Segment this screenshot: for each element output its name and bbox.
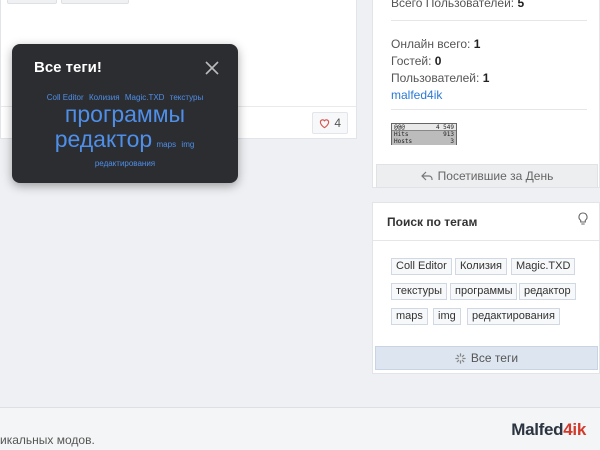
page-footer: икальных модов. Malfed4ik xyxy=(0,407,600,450)
online-list: Онлайн всего: 1 Гостей: 0 Пользователей:… xyxy=(391,36,489,104)
footer-text: икальных модов. xyxy=(0,433,95,447)
lightbulb-icon[interactable] xyxy=(577,212,589,226)
tag-chip[interactable]: maps xyxy=(391,308,428,325)
spinner-icon xyxy=(455,352,466,364)
cloud-tag[interactable]: maps xyxy=(157,141,177,149)
close-icon[interactable] xyxy=(204,60,220,76)
tag-chip[interactable]: img xyxy=(433,308,461,325)
cloud-tag[interactable]: img xyxy=(181,141,194,149)
online-user-link[interactable]: malfed4ik xyxy=(391,88,442,102)
logo-text: Malfed xyxy=(511,420,564,439)
counter-label: Hosts xyxy=(394,138,413,145)
daily-visitors-label: Посетившие за День xyxy=(437,169,554,183)
online-total-value: 1 xyxy=(473,37,481,51)
daily-visitors-button[interactable]: Посетившие за День xyxy=(376,164,598,188)
visit-counter[interactable]: @@@ 4 549 Hits 913 Hosts 3 xyxy=(391,123,457,145)
site-logo[interactable]: Malfed4ik xyxy=(511,420,586,440)
tag-chip[interactable]: программы xyxy=(450,283,518,300)
all-tags-label: Все теги xyxy=(470,351,519,365)
tag-cloud: Coll Editor Колизия Magic.TXD текстуры п… xyxy=(22,90,228,168)
all-tags-button[interactable]: Все теги xyxy=(375,346,598,370)
users-value: 1 xyxy=(482,71,490,85)
divider xyxy=(373,240,599,241)
tag-chip[interactable]: Magic.TXD xyxy=(511,258,576,275)
online-total-label: Онлайн всего: xyxy=(391,37,471,51)
guests-label: Гостей: xyxy=(391,54,432,68)
like-button[interactable]: 4 xyxy=(312,112,348,134)
post-tag-chip[interactable] xyxy=(7,0,57,4)
tag-search-title: Поиск по тегам xyxy=(387,215,478,229)
site-stats-panel: Всего Пользователей: 5 Онлайн всего: 1 Г… xyxy=(372,0,600,188)
tag-chip[interactable]: Колизия xyxy=(455,258,507,275)
counter-label: Hits xyxy=(394,131,409,138)
tag-chip[interactable]: Coll Editor xyxy=(391,258,452,275)
all-tags-popup: Все теги! Coll Editor Колизия Magic.TXD … xyxy=(12,44,238,183)
total-users-value: 5 xyxy=(517,0,525,10)
guests-value: 0 xyxy=(434,54,442,68)
counter-value: 4 549 xyxy=(435,124,454,131)
cloud-tag-large[interactable]: редактор xyxy=(55,128,152,151)
counter-label: @@@ xyxy=(394,124,405,131)
logo-accent-text: 4ik xyxy=(563,420,586,439)
heart-icon xyxy=(320,118,330,128)
cloud-tag-large[interactable]: программы xyxy=(65,103,185,126)
total-users: Всего Пользователей: 5 xyxy=(391,0,524,10)
counter-value: 3 xyxy=(450,138,454,145)
divider xyxy=(391,20,587,21)
post-tag-chip[interactable] xyxy=(61,0,129,4)
like-count: 4 xyxy=(334,116,341,130)
cloud-tag[interactable]: редактирования xyxy=(95,160,155,168)
counter-value: 913 xyxy=(443,131,454,138)
divider xyxy=(391,109,587,110)
tag-chip[interactable]: текстуры xyxy=(391,283,448,300)
reply-arrow-icon xyxy=(420,171,433,181)
users-label: Пользователей: xyxy=(391,71,480,85)
tag-chip[interactable]: редактор xyxy=(519,283,576,300)
popup-title: Все теги! xyxy=(34,59,102,76)
total-users-label: Всего Пользователей: xyxy=(391,0,515,10)
tag-chip[interactable]: редактирования xyxy=(467,308,560,325)
